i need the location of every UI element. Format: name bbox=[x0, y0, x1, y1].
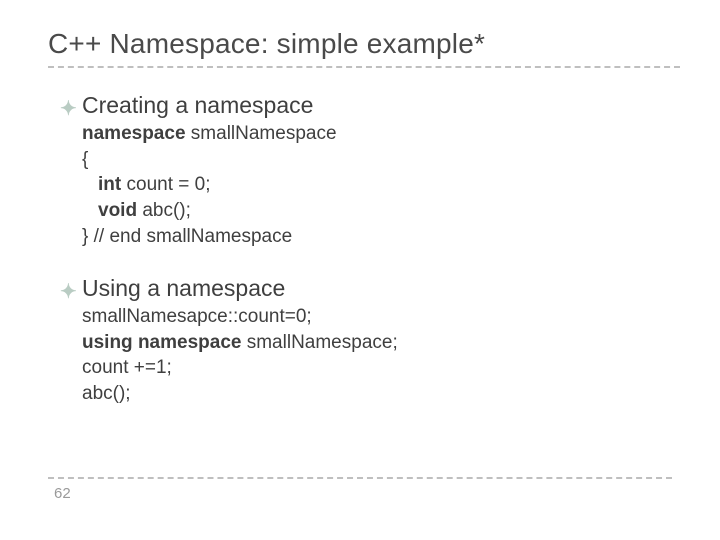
code-text: { bbox=[82, 147, 680, 173]
code-block: namespace smallNamespace { int count = 0… bbox=[82, 121, 680, 249]
code-keyword: using namespace bbox=[82, 332, 247, 353]
footer-divider bbox=[48, 477, 672, 479]
code-keyword: int bbox=[98, 174, 127, 195]
bullet-heading: Using a namespace bbox=[82, 275, 285, 302]
code-text: abc(); bbox=[82, 381, 680, 407]
code-text: abc(); bbox=[142, 200, 191, 221]
code-text: smallNamesapce::count=0; bbox=[82, 304, 680, 330]
code-text: } // end smallNamespace bbox=[82, 224, 680, 250]
slide: C++ Namespace: simple example* ✦ Creatin… bbox=[0, 0, 720, 540]
code-keyword: namespace bbox=[82, 123, 191, 144]
bullet-row: ✦ Creating a namespace bbox=[60, 92, 680, 119]
slide-title: C++ Namespace: simple example* bbox=[48, 28, 680, 60]
code-text: count = 0; bbox=[127, 174, 211, 195]
code-text: count +=1; bbox=[82, 355, 680, 381]
footer: 62 bbox=[0, 477, 720, 502]
bullet-icon: ✦ bbox=[60, 99, 82, 119]
page-number: 62 bbox=[48, 485, 672, 502]
code-text: smallNamespace; bbox=[247, 332, 398, 353]
title-divider bbox=[48, 66, 680, 68]
bullet-icon: ✦ bbox=[60, 282, 82, 302]
code-text: smallNamespace bbox=[191, 123, 337, 144]
content-area: ✦ Creating a namespace namespace smallNa… bbox=[48, 92, 680, 407]
bullet-heading: Creating a namespace bbox=[82, 92, 313, 119]
bullet-row: ✦ Using a namespace bbox=[60, 275, 680, 302]
code-keyword: void bbox=[98, 200, 142, 221]
code-block: smallNamesapce::count=0; using namespace… bbox=[82, 304, 680, 407]
